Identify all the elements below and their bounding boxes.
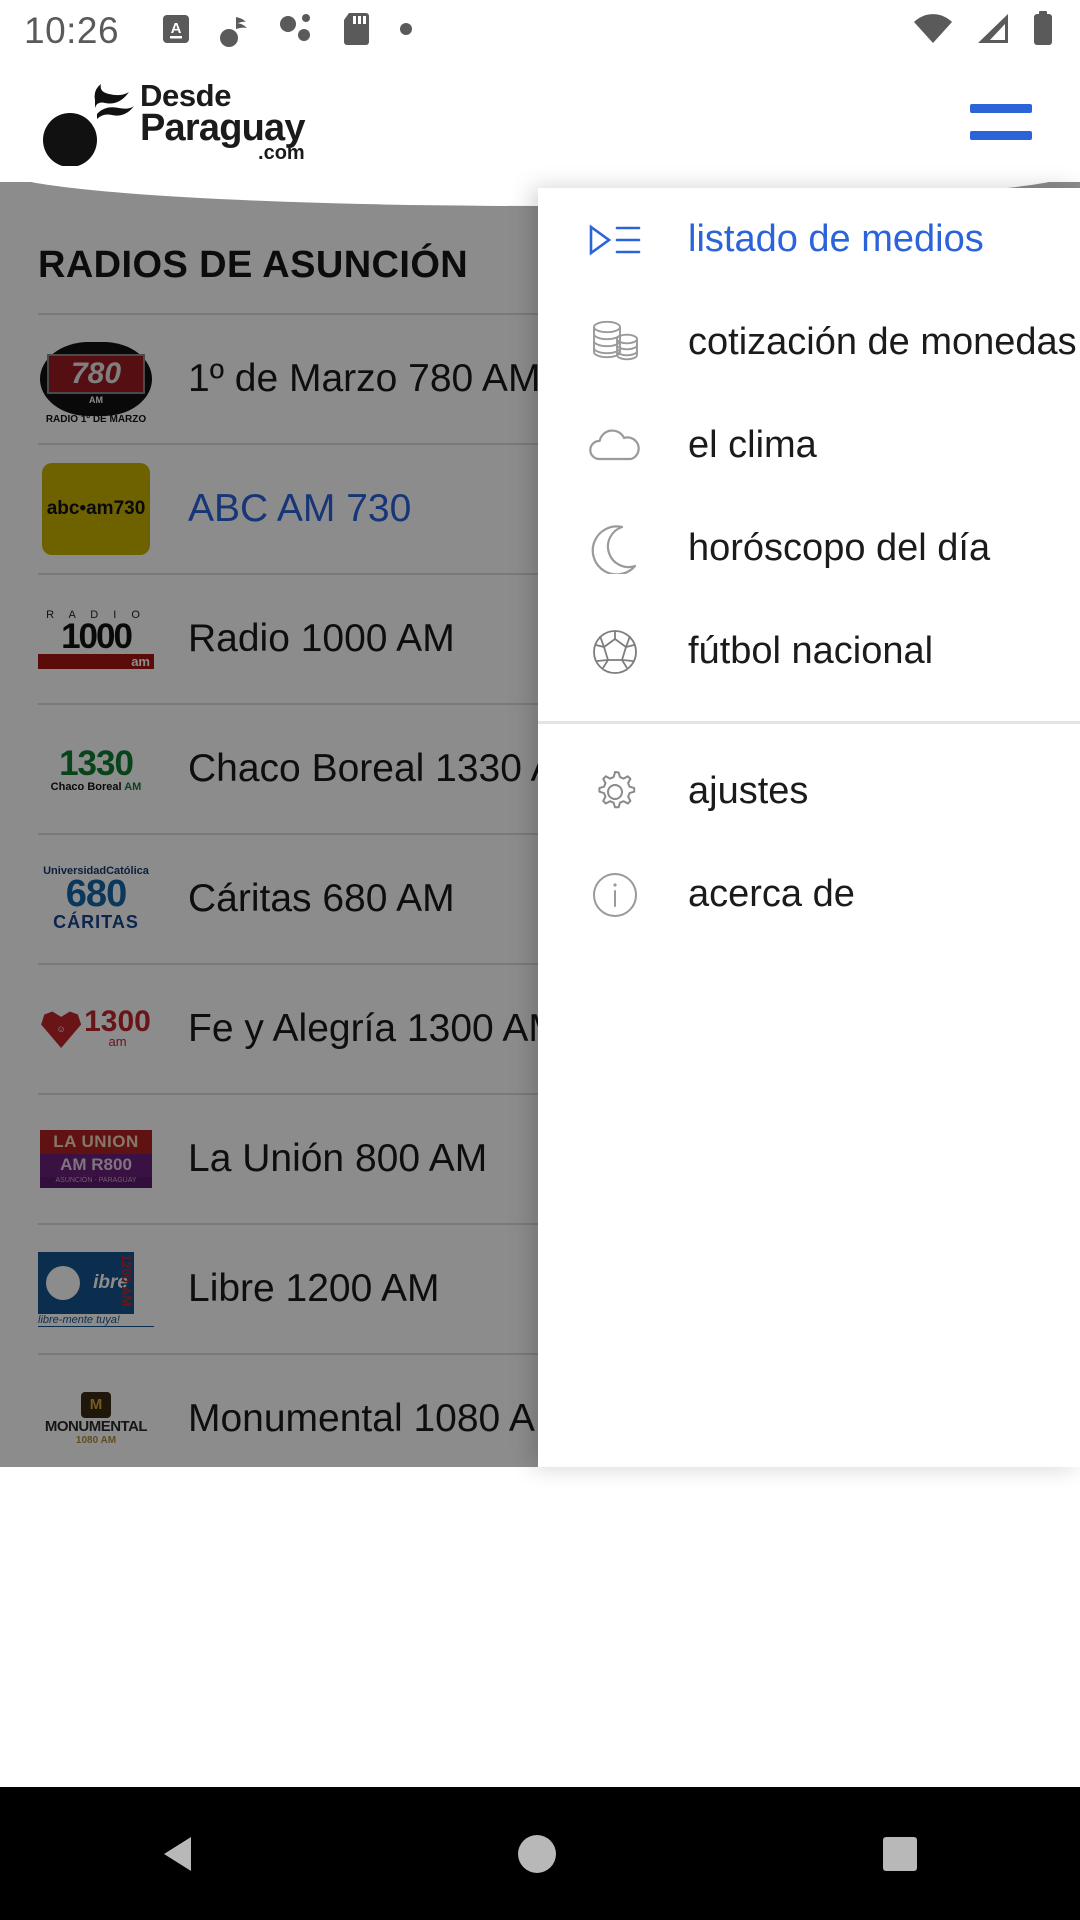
back-triangle-icon[interactable] [163, 1836, 191, 1871]
drawer-divider [538, 721, 1080, 724]
status-bar-notification-icons: A [161, 11, 413, 52]
sd-card-icon [342, 12, 372, 51]
soccer-ball-icon [576, 627, 654, 677]
logo-fe-y-alegria-1300: ☺ 1300 am [38, 983, 154, 1075]
cellular-signal-icon [974, 12, 1012, 51]
menu-item-acerca-de[interactable]: acerca de [538, 843, 1080, 946]
brand-line-2: Paraguay [140, 106, 306, 149]
navigation-drawer: listado de medios cotización de monedas … [538, 188, 1080, 1467]
crescent-moon-icon [576, 524, 654, 574]
station-name: Cáritas 680 AM [188, 877, 455, 920]
app-logo: Desde Paraguay .com [40, 78, 306, 167]
menu-item-listado-de-medios[interactable]: listado de medios [538, 188, 1080, 291]
bluetooth-dots-icon [279, 13, 315, 50]
menu-item-label: ajustes [688, 770, 809, 812]
menu-item-futbol-nacional[interactable]: fútbol nacional [538, 600, 1080, 703]
cloud-icon [576, 425, 654, 467]
logo-780-am: 780 AM RADIO 1º DE MARZO [38, 333, 154, 425]
logo-abc-am-730: abc•am730 [38, 463, 154, 555]
hamburger-menu-icon[interactable] [970, 104, 1032, 140]
station-name: Fe y Alegría 1300 AM [188, 1007, 561, 1050]
menu-item-el-clima[interactable]: el clima [538, 394, 1080, 497]
logo-chaco-boreal-1330: 1330 Chaco Boreal AM [50, 743, 142, 793]
coins-stack-icon [576, 318, 654, 368]
gear-icon [576, 767, 654, 817]
svg-text:A: A [171, 20, 182, 37]
menu-item-cotizacion-de-monedas[interactable]: cotización de monedas [538, 291, 1080, 394]
menu-item-label: el clima [688, 424, 817, 466]
wifi-icon [912, 12, 954, 51]
app-header: Desde Paraguay .com [0, 62, 1080, 182]
menu-item-label: listado de medios [688, 218, 984, 260]
station-name: La Unión 800 AM [188, 1137, 488, 1180]
logo-la-union-800: LA UNION AM R800 ASUNCIÓN - PARAGUAY [38, 1113, 154, 1205]
station-name: Chaco Boreal 1330 AM [188, 747, 590, 790]
desde-paraguay-note-icon [40, 78, 136, 167]
music-note-icon [218, 11, 252, 52]
home-circle-icon[interactable] [517, 1834, 556, 1873]
battery-icon [1032, 10, 1054, 52]
logo-monumental-am: M MONUMENTAL 1080 AM [38, 1373, 154, 1465]
info-circle-icon [576, 870, 654, 920]
station-name: ABC AM 730 [188, 487, 412, 530]
station-name: Monumental 1080 AM [188, 1397, 568, 1440]
menu-item-label: fútbol nacional [688, 630, 934, 672]
status-bar-system-icons [912, 10, 1054, 52]
recents-square-icon[interactable] [882, 1836, 917, 1871]
menu-item-horoscopo-del-dia[interactable]: horóscopo del día [538, 497, 1080, 600]
logo-caritas-680-am: UniversidadCatólica 680 CÁRITAS [43, 865, 149, 932]
menu-item-label: cotización de monedas [688, 321, 1077, 363]
android-navigation-bar [0, 1787, 1080, 1920]
playlist-icon [576, 218, 654, 262]
station-name: 1º de Marzo 780 AM [188, 357, 541, 400]
status-bar-clock: 10:26 [24, 10, 120, 51]
menu-item-label: acerca de [688, 873, 855, 915]
dot-icon [399, 22, 413, 41]
subtitle-badge-icon: A [161, 12, 191, 51]
menu-item-ajustes[interactable]: ajustes [538, 740, 1080, 843]
logo-radio-1000-am: R A D I O 1000 am [38, 593, 154, 685]
logo-libre-1200-am: ibre 1200 AM libre-mente tuya! [38, 1243, 154, 1335]
status-bar: 10:26 A [0, 0, 1080, 62]
station-name: Radio 1000 AM [188, 617, 455, 660]
menu-item-label: horóscopo del día [688, 527, 991, 569]
station-name: Libre 1200 AM [188, 1267, 440, 1310]
